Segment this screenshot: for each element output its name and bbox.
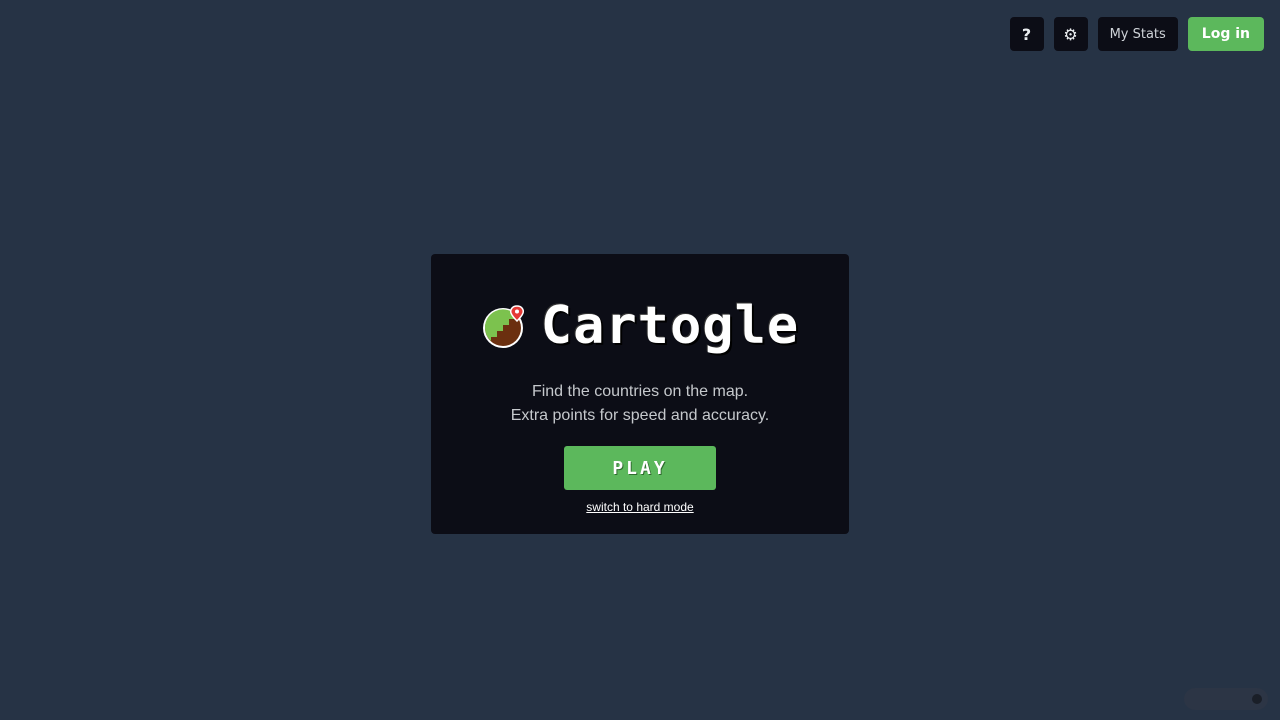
game-description: Find the countries on the map. Extra poi… (431, 380, 849, 428)
corner-dot-icon (1252, 694, 1262, 704)
start-card: Cartogle Find the countries on the map. … (431, 254, 849, 534)
description-line-2: Extra points for speed and accuracy. (510, 407, 770, 424)
help-button[interactable]: ? (1009, 17, 1044, 51)
top-bar: ? ⚙ My Stats Log in (1009, 17, 1264, 51)
corner-widget[interactable] (1184, 688, 1268, 710)
settings-button[interactable]: ⚙ (1053, 17, 1088, 51)
play-button[interactable]: PLAY (564, 446, 716, 490)
login-button[interactable]: Log in (1187, 17, 1264, 51)
hard-mode-link[interactable]: switch to hard mode (431, 500, 849, 514)
game-title: Cartogle (540, 296, 800, 356)
gear-icon: ⚙ (1063, 24, 1078, 44)
logo-row: Cartogle (431, 300, 849, 352)
my-stats-button[interactable]: My Stats (1097, 17, 1178, 51)
description-line-1: Find the countries on the map. (531, 383, 749, 400)
globe-pin-icon (482, 305, 524, 348)
